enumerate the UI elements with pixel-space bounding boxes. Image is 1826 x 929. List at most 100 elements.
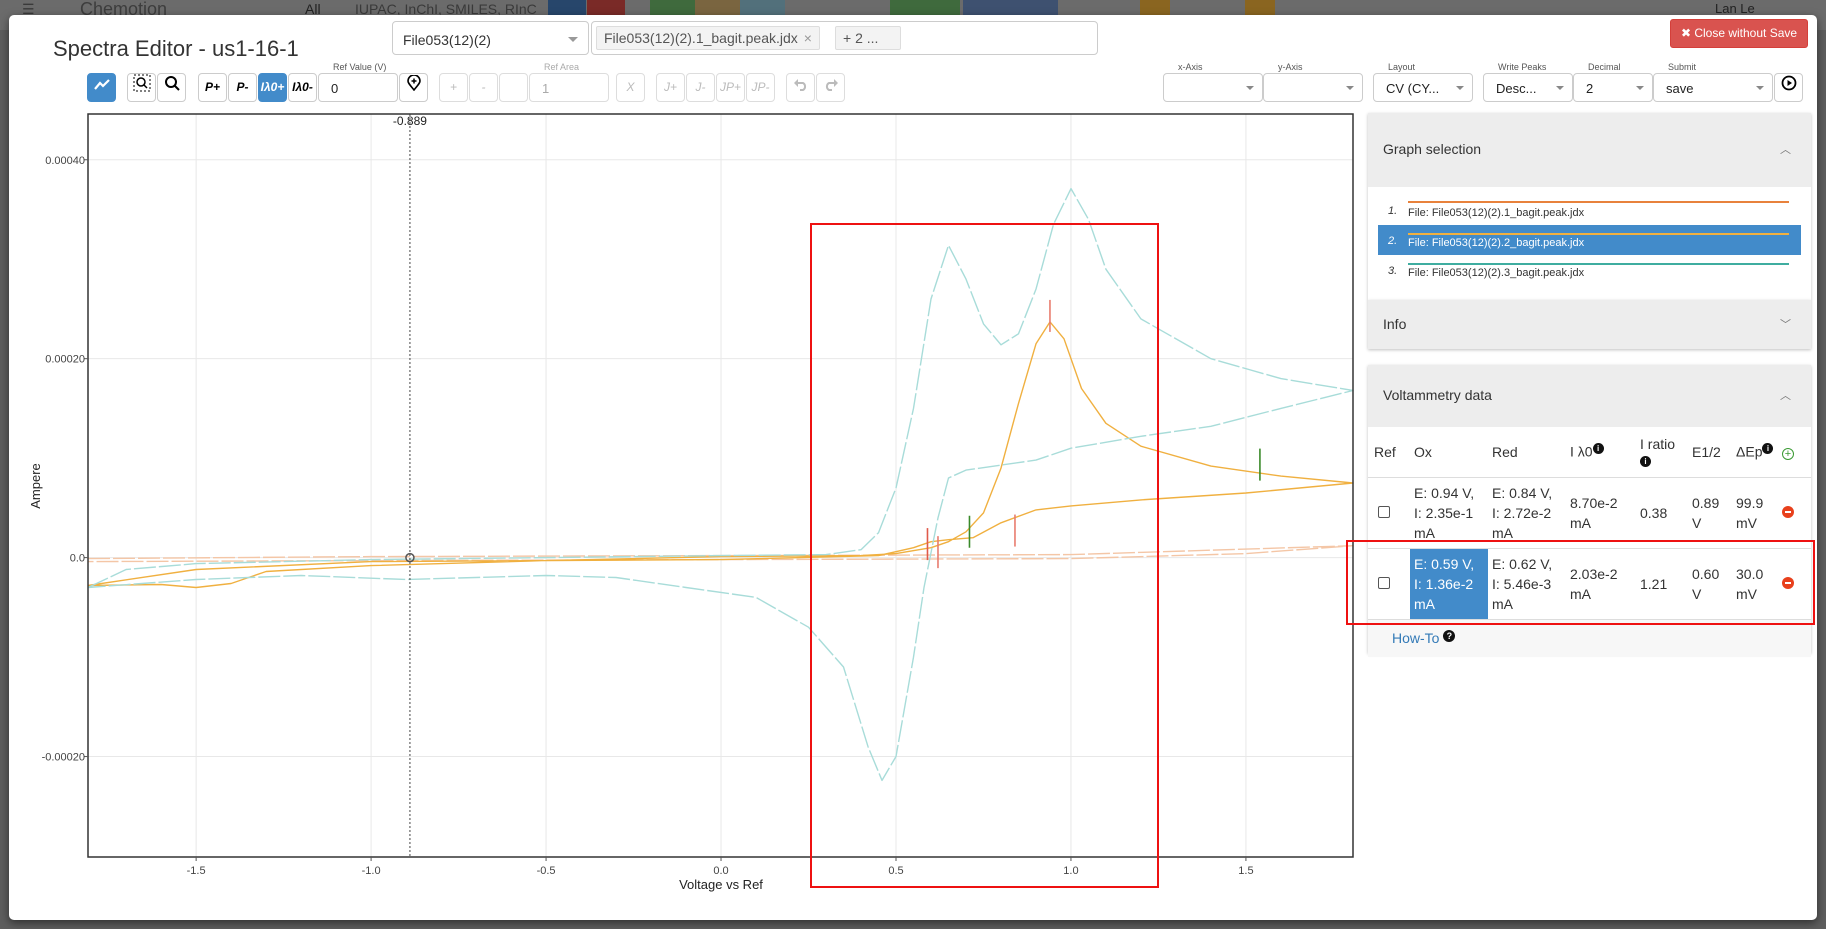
remove-row-icon[interactable]: [1782, 505, 1794, 518]
ox-e: E: 0.59 V,: [1414, 555, 1475, 572]
delta-ep-label: ΔEp: [1736, 444, 1763, 461]
graph-item-label: File: File053(12)(2).1_bagit.peak.jdx: [1408, 207, 1585, 219]
i-lambda-unit: mA: [1570, 514, 1591, 531]
write-peaks-select[interactable]: Write Peaks Desc...: [1483, 62, 1573, 102]
undo-button[interactable]: [786, 73, 815, 102]
ox-i: I: 1.36e-2: [1414, 575, 1474, 592]
e-half-value: 0.89: [1692, 494, 1720, 511]
integration-blank-button[interactable]: [499, 73, 528, 102]
ilambda-remove-button[interactable]: Iλ0-: [288, 73, 317, 102]
file-chip-label: File053(12)(2).1_bagit.peak.jdx: [604, 30, 798, 46]
ox-cell-selected[interactable]: E: 0.59 V, I: 1.36e-2 mA: [1410, 547, 1488, 619]
ref-pin-button[interactable]: [399, 73, 428, 102]
file-select[interactable]: File053(12)(2): [392, 21, 589, 55]
voltammetry-header[interactable]: Voltammetry data ︿: [1368, 365, 1811, 427]
report-block: [890, 0, 960, 16]
x-axis-label: x-Axis: [1176, 62, 1205, 72]
i-lambda-unit: mA: [1570, 585, 1591, 602]
jp-add-button[interactable]: JP+: [716, 73, 745, 102]
chevron-down-icon: [1556, 86, 1564, 90]
more-files-chip[interactable]: + 2 ...: [835, 26, 901, 50]
graph-item-label: File: File053(12)(2).3_bagit.peak.jdx: [1408, 267, 1585, 279]
e-half-unit: V: [1692, 585, 1702, 602]
graph-item-selected[interactable]: 2. File: File053(12)(2).2_bagit.peak.jdx: [1378, 225, 1801, 255]
j-remove-button[interactable]: J-: [686, 73, 715, 102]
ref-area-input[interactable]: 1: [542, 81, 549, 96]
spectra-editor-modal: Spectra Editor - us1-16-1 File053(12)(2)…: [9, 15, 1817, 920]
red-cell[interactable]: E: 0.62 V, I: 5.46e-3 mA: [1488, 547, 1566, 619]
submit-value: save: [1666, 81, 1694, 96]
col-e-half: E1/2: [1692, 443, 1721, 460]
remove-row-icon[interactable]: [1782, 576, 1794, 589]
graph-selection-header[interactable]: Graph selection ︿: [1368, 113, 1811, 187]
close-without-save-button[interactable]: ✖ Close without Save: [1670, 19, 1808, 48]
submit-run-button[interactable]: [1774, 73, 1803, 102]
ox-cell[interactable]: E: 0.94 V, I: 2.35e-1 mA: [1410, 476, 1488, 548]
help-icon[interactable]: ?: [1443, 630, 1456, 642]
ref-value-field[interactable]: Ref Value (V) 0: [318, 62, 398, 102]
y-axis-label: y-Axis: [1276, 62, 1305, 72]
integration-add-button[interactable]: +: [439, 73, 468, 102]
col-ox: Ox: [1414, 443, 1432, 460]
decimal-value: 2: [1586, 81, 1594, 96]
ox-unit: mA: [1414, 595, 1435, 612]
e-half-unit: V: [1692, 514, 1702, 531]
ref-area-label: Ref Area: [542, 62, 582, 72]
info-icon[interactable]: i: [1640, 455, 1651, 467]
delete-block: [587, 0, 625, 16]
series-color-line: [1408, 263, 1789, 265]
info-icon[interactable]: i: [1762, 443, 1774, 455]
ref-checkbox[interactable]: [1378, 505, 1390, 518]
redo-button[interactable]: [816, 73, 845, 102]
how-to-link[interactable]: How-To: [1392, 630, 1439, 646]
close-icon[interactable]: ×: [804, 30, 812, 46]
ref-area-field[interactable]: Ref Area 1: [529, 62, 609, 102]
red-unit: mA: [1492, 524, 1513, 541]
y-axis-select[interactable]: y-Axis: [1263, 62, 1363, 102]
assign-block: [695, 0, 740, 16]
red-unit: mA: [1492, 595, 1513, 612]
chevron-down-icon: [1246, 86, 1254, 90]
file-select-value: File053(12)(2): [403, 32, 491, 48]
line-mode-button[interactable]: [87, 73, 116, 102]
chevron-down-icon: [1346, 86, 1354, 90]
peak-remove-button[interactable]: P-: [228, 73, 257, 102]
ilambda-add-button[interactable]: Iλ0+: [258, 73, 287, 102]
selected-files-input[interactable]: File053(12)(2).1_bagit.peak.jdx × + 2 ...: [591, 21, 1098, 55]
decimal-select[interactable]: Decimal 2: [1573, 62, 1653, 102]
peak-add-button[interactable]: P+: [198, 73, 227, 102]
red-cell[interactable]: E: 0.84 V, I: 2.72e-2 mA: [1488, 476, 1566, 548]
bell-block: [1245, 0, 1275, 16]
series-color-line: [1408, 233, 1789, 235]
info-icon[interactable]: i: [1592, 443, 1604, 455]
ox-i: I: 2.35e-1: [1414, 504, 1474, 521]
i-ratio-value: 1.21: [1636, 547, 1688, 619]
zoom-in-button[interactable]: [127, 73, 156, 102]
modal-title: Spectra Editor - us1-16-1: [53, 36, 299, 61]
i-ratio-value: 0.38: [1636, 476, 1688, 548]
add-row-icon[interactable]: +: [1782, 447, 1794, 460]
info-header[interactable]: Info ﹀: [1368, 300, 1811, 349]
i-ratio-label: I ratio: [1640, 435, 1676, 452]
integration-clear-button[interactable]: X: [616, 73, 645, 102]
jp-remove-button[interactable]: JP-: [746, 73, 775, 102]
ref-checkbox[interactable]: [1378, 576, 1390, 589]
j-add-button[interactable]: J+: [656, 73, 685, 102]
zoom-reset-button[interactable]: [157, 73, 186, 102]
graph-selection-title: Graph selection: [1383, 141, 1482, 157]
submit-label: Submit: [1666, 62, 1699, 72]
ref-value-input[interactable]: 0: [331, 81, 338, 96]
write-peaks-value: Desc...: [1496, 81, 1537, 96]
file-chip[interactable]: File053(12)(2).1_bagit.peak.jdx ×: [596, 26, 820, 50]
x-axis-select[interactable]: x-Axis: [1163, 62, 1263, 102]
graph-item[interactable]: 3. File: File053(12)(2).3_bagit.peak.jdx: [1378, 255, 1801, 285]
layout-select[interactable]: Layout CV (CY...: [1373, 62, 1473, 102]
zoom-reset-icon: [164, 76, 180, 91]
submit-select[interactable]: Submit save: [1653, 62, 1773, 102]
layout-value: CV (CY...: [1386, 81, 1440, 96]
voltammetry-table: Ref Ox Red I λ0 i I ratio i E1/2 ΔEp i + E:…: [1368, 427, 1811, 619]
graph-item[interactable]: 1. File: File053(12)(2).1_bagit.peak.jdx: [1378, 195, 1801, 225]
graph-list: 1. File: File053(12)(2).1_bagit.peak.jdx…: [1368, 187, 1811, 285]
integration-remove-button[interactable]: -: [469, 73, 498, 102]
redo-icon: [825, 79, 838, 91]
